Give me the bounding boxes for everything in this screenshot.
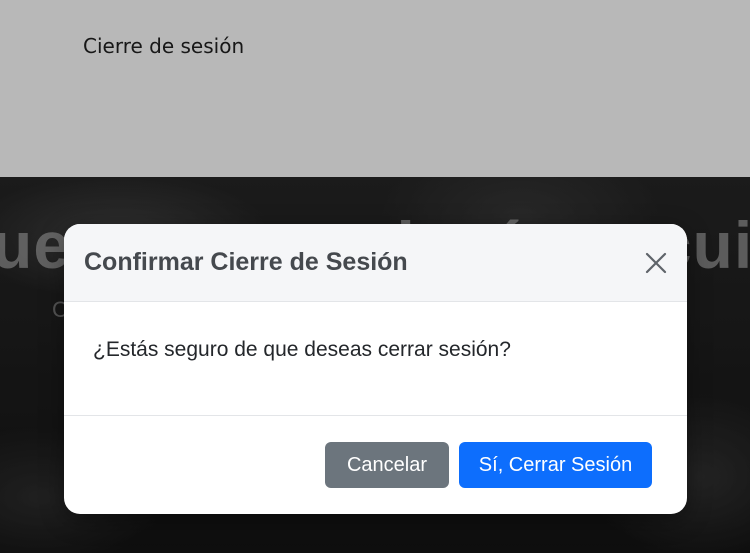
modal-body: ¿Estás seguro de que deseas cerrar sesió… [64,302,687,416]
logout-confirm-modal: Confirmar Cierre de Sesión ¿Estás seguro… [64,224,687,514]
modal-message: ¿Estás seguro de que deseas cerrar sesió… [93,338,511,361]
confirm-logout-button[interactable]: Sí, Cerrar Sesión [459,442,652,488]
close-icon [645,252,667,274]
modal-footer: Cancelar Sí, Cerrar Sesión [64,416,687,513]
modal-title: Confirmar Cierre de Sesión [84,248,408,276]
modal-header: Confirmar Cierre de Sesión [64,224,687,302]
close-button[interactable] [639,246,673,280]
cancel-button[interactable]: Cancelar [325,442,449,488]
